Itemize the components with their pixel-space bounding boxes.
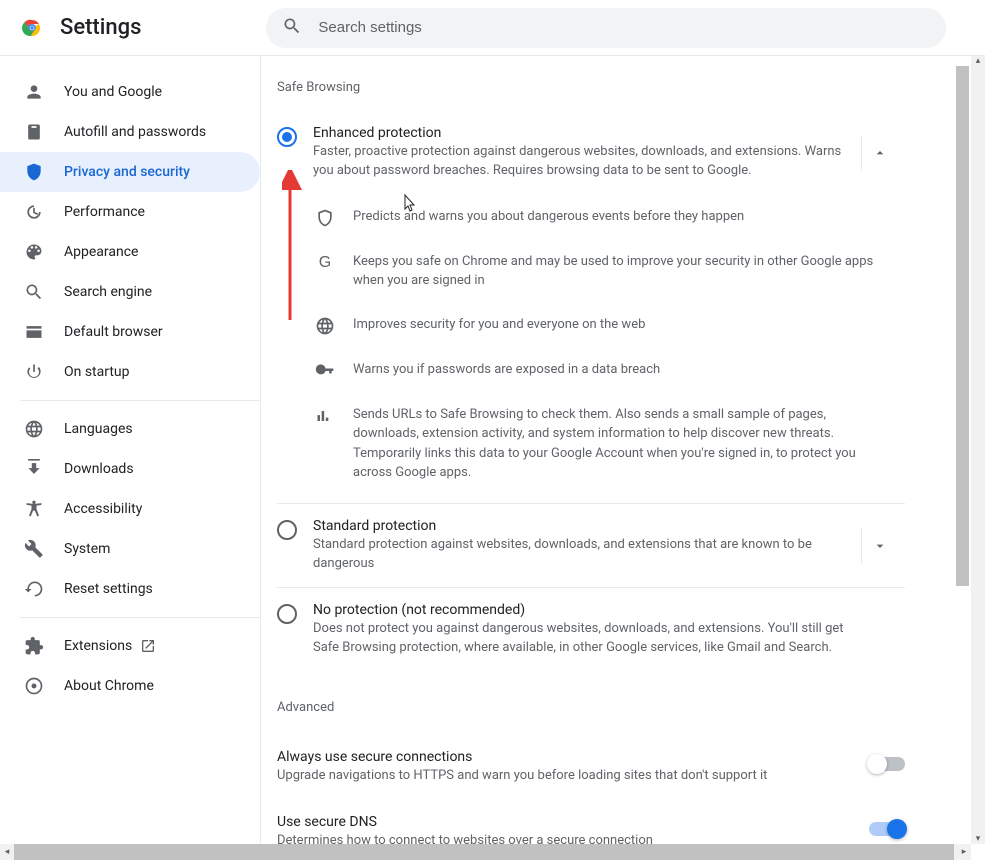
section-header-safe-browsing: Safe Browsing	[277, 80, 905, 95]
top-bar: Settings	[0, 0, 985, 56]
toggle-description: Determines how to connect to websites ov…	[277, 832, 853, 844]
sidebar-item-label: Reset settings	[64, 581, 153, 597]
chrome-logo-icon	[20, 16, 44, 40]
sidebar-item-label: Privacy and security	[64, 164, 190, 180]
section-header-advanced: Advanced	[277, 700, 905, 715]
sidebar-item-on-startup[interactable]: On startup	[0, 352, 260, 392]
option-title: Enhanced protection	[313, 125, 849, 141]
sidebar-item-autofill[interactable]: Autofill and passwords	[0, 112, 260, 152]
sidebar-item-about-chrome[interactable]: About Chrome	[0, 666, 260, 706]
external-link-icon	[140, 638, 156, 654]
toggle-secure-connections[interactable]: Always use secure connections Upgrade na…	[277, 735, 905, 800]
sidebar-item-label: Extensions	[64, 638, 132, 654]
sidebar-item-label: Search engine	[64, 284, 152, 300]
option-standard-protection[interactable]: Standard protection Standard protection …	[277, 504, 905, 589]
google-g-icon: G	[315, 253, 335, 273]
content-area[interactable]: Safe Browsing Enhanced protection Faster…	[260, 56, 985, 844]
toggle-switch[interactable]	[869, 822, 905, 836]
radio-button[interactable]	[277, 520, 297, 540]
sidebar-item-label: System	[64, 541, 110, 557]
sidebar-item-default-browser[interactable]: Default browser	[0, 312, 260, 352]
sidebar-item-label: Downloads	[64, 461, 134, 477]
detail-item: Warns you if passwords are exposed in a …	[315, 348, 905, 393]
detail-item: Sends URLs to Safe Browsing to check the…	[315, 393, 905, 495]
sidebar-item-label: Accessibility	[64, 501, 142, 517]
sidebar-item-search-engine[interactable]: Search engine	[0, 272, 260, 312]
option-description: Does not protect you against dangerous w…	[313, 620, 849, 658]
sidebar-separator	[20, 617, 260, 618]
sidebar-item-label: You and Google	[64, 84, 162, 100]
sidebar-item-label: Performance	[64, 204, 145, 220]
sidebar-item-label: On startup	[64, 364, 130, 380]
detail-item: GKeeps you safe on Chrome and may be use…	[315, 240, 905, 303]
chevron-down-icon	[872, 538, 888, 554]
option-title: Standard protection	[313, 518, 849, 534]
radio-button[interactable]	[277, 604, 297, 624]
shield-icon	[315, 208, 335, 228]
horizontal-scrollbar[interactable]: ◂▸	[0, 844, 971, 860]
globe-icon	[315, 316, 335, 336]
option-enhanced-protection[interactable]: Enhanced protection Faster, proactive pr…	[277, 111, 905, 195]
option-description: Standard protection against websites, do…	[313, 536, 849, 574]
radio-button[interactable]	[277, 127, 297, 147]
sidebar-separator	[20, 400, 260, 401]
sidebar-item-languages[interactable]: Languages	[0, 409, 260, 449]
option-no-protection[interactable]: No protection (not recommended) Does not…	[277, 588, 905, 672]
sidebar-item-extensions[interactable]: Extensions	[0, 626, 260, 666]
outer-vertical-scrollbar[interactable]: ▴▾	[971, 56, 985, 844]
page-title: Settings	[60, 15, 141, 40]
search-input[interactable]	[318, 19, 930, 36]
toggle-switch[interactable]	[869, 757, 905, 771]
enhanced-details: Predicts and warns you about dangerous e…	[277, 195, 905, 504]
option-title: No protection (not recommended)	[313, 602, 849, 618]
sidebar-item-appearance[interactable]: Appearance	[0, 232, 260, 272]
detail-item: Improves security for you and everyone o…	[315, 303, 905, 348]
chevron-up-icon	[872, 145, 888, 161]
search-icon	[282, 16, 318, 40]
expand-button[interactable]	[861, 528, 897, 564]
sidebar-item-label: About Chrome	[64, 678, 154, 694]
sidebar-item-label: Default browser	[64, 324, 163, 340]
sidebar-item-downloads[interactable]: Downloads	[0, 449, 260, 489]
sidebar-item-label: Languages	[64, 421, 133, 437]
sidebar-item-you-and-google[interactable]: You and Google	[0, 72, 260, 112]
key-icon	[315, 361, 335, 381]
analytics-icon	[315, 406, 335, 426]
toggle-secure-dns[interactable]: Use secure DNS Determines how to connect…	[277, 800, 905, 844]
toggle-description: Upgrade navigations to HTTPS and warn yo…	[277, 767, 853, 786]
content-scrollbar[interactable]	[956, 56, 969, 840]
sidebar-item-reset-settings[interactable]: Reset settings	[0, 569, 260, 609]
search-bar[interactable]	[266, 8, 946, 48]
option-description: Faster, proactive protection against dan…	[313, 143, 849, 181]
sidebar-item-label: Appearance	[64, 244, 138, 260]
toggle-title: Use secure DNS	[277, 814, 853, 830]
sidebar: You and Google Autofill and passwords Pr…	[0, 56, 260, 844]
collapse-button[interactable]	[861, 135, 897, 171]
sidebar-item-performance[interactable]: Performance	[0, 192, 260, 232]
toggle-title: Always use secure connections	[277, 749, 853, 765]
sidebar-item-system[interactable]: System	[0, 529, 260, 569]
detail-item: Predicts and warns you about dangerous e…	[315, 195, 905, 240]
sidebar-item-privacy-security[interactable]: Privacy and security	[0, 152, 260, 192]
sidebar-item-label: Autofill and passwords	[64, 124, 206, 140]
sidebar-item-accessibility[interactable]: Accessibility	[0, 489, 260, 529]
